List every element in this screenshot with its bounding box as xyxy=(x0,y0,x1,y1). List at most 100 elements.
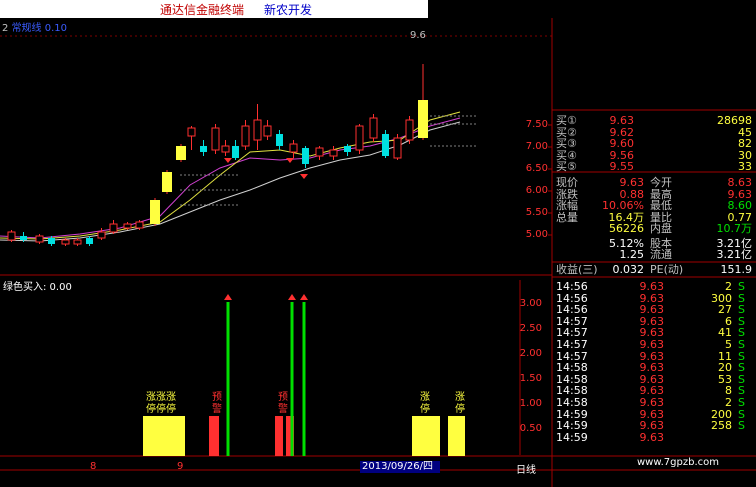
bid-price: 9.55 xyxy=(609,160,635,173)
buy-arrow-icon xyxy=(300,294,308,300)
signal-bar xyxy=(209,416,219,456)
ma-line-white xyxy=(0,121,461,242)
stat-label: PE(动) xyxy=(650,263,684,276)
price-axis-label: 6.50 xyxy=(525,163,548,174)
candle-body xyxy=(355,125,364,151)
signal-label-top: 涨涨涨 xyxy=(146,392,176,403)
sub-axis-label: 3.00 xyxy=(519,298,542,309)
sub-axis-label: 2.00 xyxy=(519,348,542,359)
signal-bar xyxy=(143,416,185,456)
candle-body xyxy=(109,223,118,233)
signal-label-bottom: 停停停 xyxy=(146,404,176,415)
candle-body xyxy=(176,146,186,160)
candle-body xyxy=(97,231,106,239)
sub-chart-label: 绿色买入: 0.00 xyxy=(3,282,72,293)
stat-value: 1.25 xyxy=(619,248,645,261)
axis-tick-label: 9 xyxy=(177,461,184,472)
candle-body xyxy=(86,238,93,244)
stat-label: 内盘 xyxy=(650,222,672,235)
signal-label-bottom: 警 xyxy=(212,404,222,415)
buy-arrow-icon xyxy=(288,294,296,300)
candle-body xyxy=(263,125,272,137)
candle-body xyxy=(123,223,132,229)
candle-body xyxy=(48,238,55,244)
signal-label: 涨停 xyxy=(455,392,465,416)
candle-body xyxy=(369,117,378,139)
stats-row: 56226 内盘 10.7万 xyxy=(552,222,752,235)
stat-value: 10.7万 xyxy=(716,222,753,235)
signal-label: 预警 xyxy=(278,392,288,416)
candle-body xyxy=(418,100,428,138)
candle-body xyxy=(20,236,27,240)
candle-body xyxy=(289,143,298,153)
signal-label: 预警 xyxy=(212,392,222,416)
signal-arrow xyxy=(300,174,308,179)
signal-arrow xyxy=(286,158,294,163)
stats-row: 1.25 流通 3.21亿 xyxy=(552,248,753,261)
candle-body xyxy=(35,235,44,243)
green-buy-line xyxy=(302,302,306,456)
signal-label: 涨涨涨 停停停 xyxy=(146,392,176,416)
candle-body xyxy=(344,146,351,152)
bid-label: 买⑤ xyxy=(556,160,577,173)
candle-body xyxy=(393,137,402,159)
price-axis-label: 7.50 xyxy=(525,119,548,130)
price-axis-label: 6.00 xyxy=(525,185,548,196)
candle-body xyxy=(276,134,283,146)
candle-body xyxy=(221,145,230,153)
candle-body xyxy=(253,119,262,141)
green-buy-line xyxy=(226,302,230,456)
price-axis-label: 5.50 xyxy=(525,207,548,218)
signal-label: 涨停 xyxy=(420,392,430,416)
candle-body xyxy=(7,231,16,241)
stat-value: 151.9 xyxy=(720,263,753,276)
price-axis-label: 5.00 xyxy=(525,229,548,240)
stat-value: 56226 xyxy=(609,222,644,235)
candle-body xyxy=(211,127,220,151)
signal-label-bottom: 警 xyxy=(278,404,288,415)
sub-axis-label: 1.50 xyxy=(519,373,542,384)
tick-price: 9.63 xyxy=(639,430,665,444)
buy-arrow-icon xyxy=(224,294,232,300)
candlestick-series xyxy=(7,64,428,246)
high-price-marker: 9.6 xyxy=(410,30,426,41)
watermark: www.7gpzb.com xyxy=(637,457,719,468)
axis-tick-label: 8 xyxy=(90,461,97,472)
candle-body xyxy=(302,148,309,164)
candle-body xyxy=(241,125,250,147)
stats-row: 收益(三) 0.032 PE(动) 151.9 xyxy=(552,263,752,276)
candle-body xyxy=(405,119,414,141)
candle-body xyxy=(329,149,338,157)
signal-label-top: 涨 xyxy=(455,392,465,403)
sub-axis-label: 2.50 xyxy=(519,323,542,334)
tick-time: 14:59 xyxy=(556,430,588,444)
candle-body xyxy=(150,200,160,224)
green-buy-line xyxy=(290,302,294,456)
signal-bar xyxy=(412,416,440,456)
stat-label: 流通 xyxy=(650,248,672,261)
candle-body xyxy=(315,147,324,157)
signal-label-bottom: 停 xyxy=(455,404,465,415)
ma-line-magenta xyxy=(0,117,461,239)
date-display: 2013/09/26/四 xyxy=(360,461,440,473)
sub-axis-label: 0.50 xyxy=(519,423,542,434)
candle-body xyxy=(187,127,196,137)
price-axis-label: 7.00 xyxy=(525,141,548,152)
signal-label-top: 预 xyxy=(212,392,222,403)
period-selector[interactable]: 日线 xyxy=(516,461,536,476)
bid-volume: 33 xyxy=(738,160,752,173)
signal-bars xyxy=(143,294,465,456)
stat-value: 3.21亿 xyxy=(716,248,753,261)
quote-panel: 买① 9.63 28698 买② 9.62 45 买③ 9.60 82 买④ 9.56 30 买⑤ 9.5… xyxy=(552,110,756,487)
candle-body xyxy=(73,239,82,245)
candle-body xyxy=(61,239,70,245)
tick-row[interactable]: 14:59 9.63 xyxy=(552,431,752,444)
candle-body xyxy=(382,134,389,156)
signal-bar xyxy=(275,416,283,456)
candle-body xyxy=(162,172,172,192)
candle-body xyxy=(232,146,239,158)
order-book-row[interactable]: 买⑤ 9.55 33 xyxy=(552,160,752,173)
candle-body xyxy=(135,221,144,229)
signal-bar xyxy=(448,416,465,456)
candle-body xyxy=(200,146,207,152)
